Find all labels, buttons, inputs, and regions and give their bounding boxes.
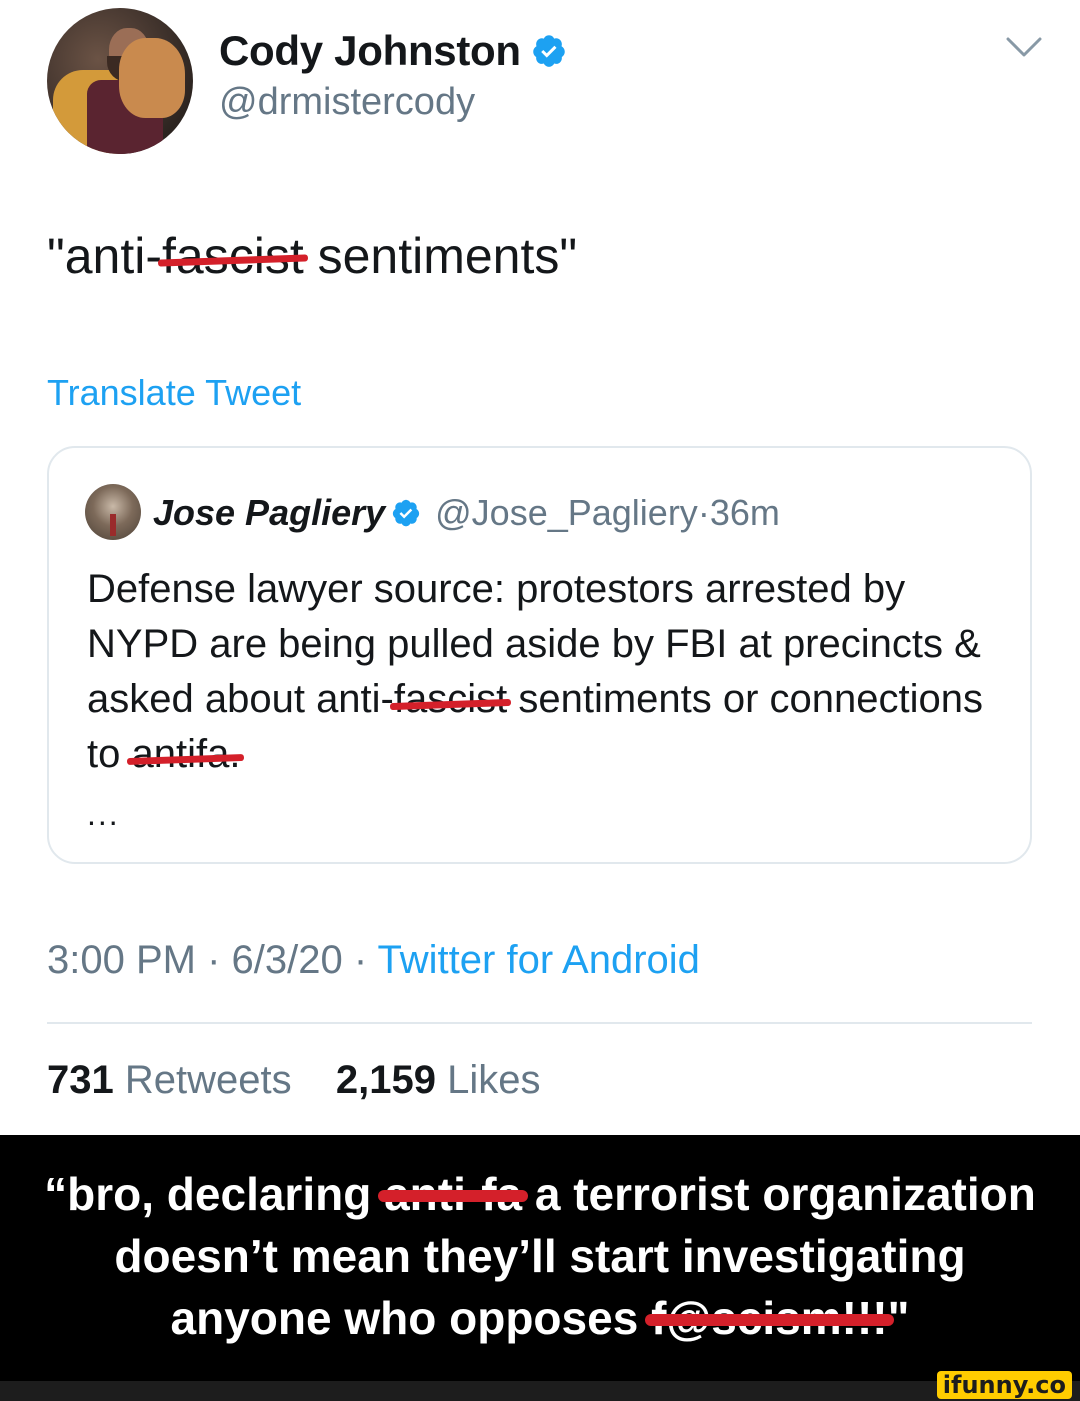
watermark-bar: ifunny.co [0,1371,1080,1401]
redacted-word: anti-fa [378,1163,529,1225]
chevron-down-icon[interactable] [1004,33,1044,63]
caption-line-3-start: anyone who opposes [170,1292,652,1344]
verified-badge-icon [533,35,565,67]
tweet-text: "anti-fascist sentiments" [47,227,577,285]
quoted-more-ellipsis[interactable]: ... [87,796,120,833]
tweet-stats: 731 Retweets 2,159 Likes [47,1058,540,1103]
caption-line-3: anyone who opposes f@scism!!!" [20,1287,1060,1349]
redacted-word: f@scism!!! [645,1287,894,1349]
meme-caption: “bro, declaring anti-fa a terrorist orga… [0,1135,1080,1381]
retweet-count[interactable]: 731 [47,1058,114,1102]
tweet-source-link[interactable]: Twitter for Android [378,938,700,982]
like-label[interactable]: Likes [436,1058,540,1102]
caption-line-2: doesn’t mean they’ll start investigating [114,1230,966,1282]
verified-badge-icon [393,499,420,527]
translate-tweet-link[interactable]: Translate Tweet [47,372,301,414]
caption-line-1: “bro, declaring anti-fa a terrorist orga… [20,1163,1060,1225]
caption-line-1-start: “bro, declaring [44,1168,385,1220]
quoted-separator: · [697,492,710,533]
redacted-word: antifa. [131,727,240,782]
tweet-text-end: sentiments" [303,228,578,284]
quoted-author-avatar[interactable] [85,484,141,540]
redacted-word: fascist [162,228,304,284]
quoted-tweet-header: Jose Pagliery @Jose_Pagliery · 36m [153,492,780,534]
avatar-tie [110,514,116,536]
author-handle[interactable]: @drmistercody [219,81,475,124]
author-name-row[interactable]: Cody Johnston [219,22,567,80]
redacted-word: fascist [394,672,507,727]
tweet-card: Cody Johnston @drmistercody "anti-fascis… [0,0,1080,1135]
quoted-timestamp: 36m [709,492,780,533]
author-avatar[interactable] [47,8,193,154]
caption-line-1-end: a terrorist organization [522,1168,1036,1220]
tweet-meta: 3:00 PM · 6/3/20 · Twitter for Android [47,938,700,983]
divider [47,1022,1032,1024]
ifunny-watermark-logo: ifunny.co [936,1371,1072,1399]
like-count[interactable]: 2,159 [336,1058,436,1102]
tweet-text-start: "anti- [47,228,163,284]
quoted-author-name[interactable]: Jose Pagliery [153,492,385,534]
caption-text: “bro, declaring anti-fa a terrorist orga… [20,1163,1060,1349]
author-display-name[interactable]: Cody Johnston [219,27,521,75]
quoted-tweet[interactable]: Jose Pagliery @Jose_Pagliery · 36m Defen… [47,446,1032,864]
quoted-tweet-body: Defense lawyer source: protestors arrest… [87,562,1007,782]
retweet-label[interactable]: Retweets [114,1058,292,1102]
quoted-author-handle[interactable]: @Jose_Pagliery [435,492,698,534]
avatar-cat [119,38,185,118]
tweet-timestamp: 3:00 PM · 6/3/20 · [47,938,378,982]
